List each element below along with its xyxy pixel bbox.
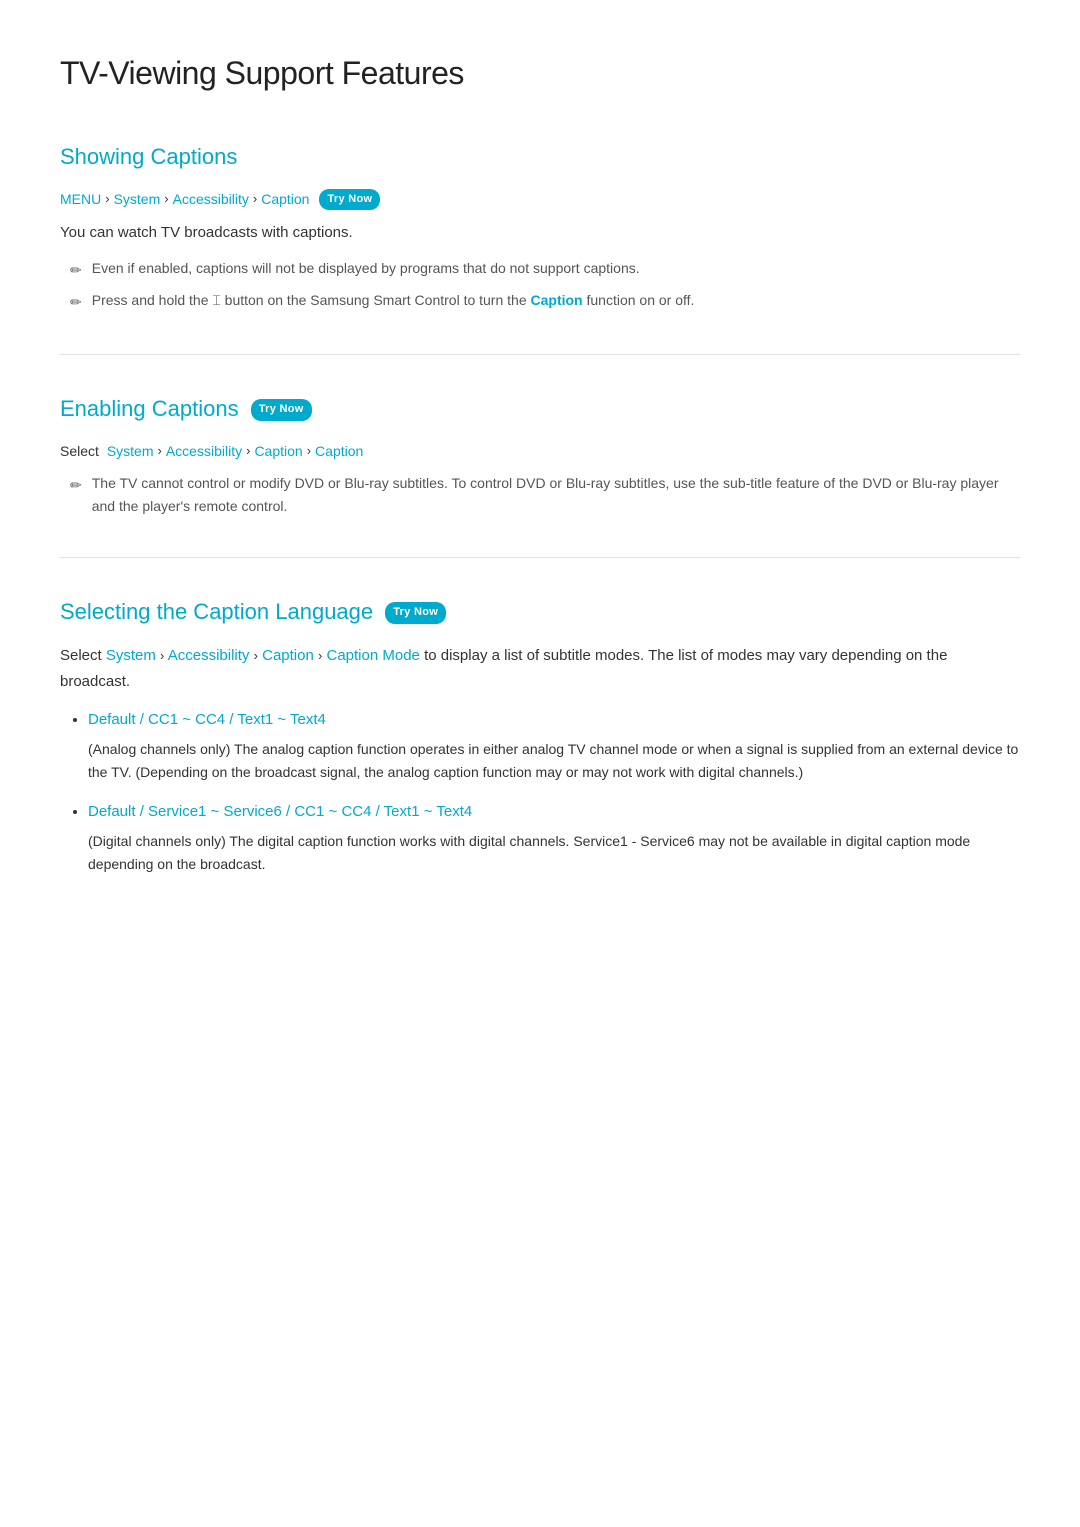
divider-2 [60,557,1020,558]
breadcrumb-caption4: Caption [262,647,314,664]
breadcrumb-accessibility2: Accessibility [166,440,242,462]
bullet-digital-header: Default / Service1 ~ Service6 / CC1 ~ CC… [88,803,472,820]
try-now-badge-3[interactable]: Try Now [385,602,446,624]
section2-notes: ✏ The TV cannot control or modify DVD or… [70,472,1020,517]
section3-intro: Select System › Accessibility › Caption … [60,643,1020,694]
section1-notes: ✏ Even if enabled, captions will not be … [70,257,1020,314]
breadcrumb-sep3: › [253,189,257,210]
breadcrumb-select-label: Select [60,440,103,462]
section-enabling-captions: Enabling Captions Try Now Select System … [60,391,1020,517]
breadcrumb-system3: System [106,647,156,664]
note-text-3: The TV cannot control or modify DVD or B… [92,472,1020,517]
try-now-badge-2[interactable]: Try Now [251,399,312,421]
breadcrumb-caption-mode: Caption Mode [327,647,420,664]
bullet-item-analog: Default / CC1 ~ CC4 / Text1 ~ Text4 (Ana… [88,708,1020,784]
breadcrumb-system1: System [114,188,161,210]
breadcrumb-sep5: › [246,441,250,462]
bullet-digital-body: (Digital channels only) The digital capt… [88,830,1020,876]
try-now-badge-1[interactable]: Try Now [319,189,380,211]
breadcrumb-sep4: › [158,441,162,462]
breadcrumb-sep6: › [307,441,311,462]
note-item-3: ✏ The TV cannot control or modify DVD or… [70,472,1020,517]
section3-bullet-list: Default / CC1 ~ CC4 / Text1 ~ Text4 (Ana… [88,708,1020,876]
note-text-1: Even if enabled, captions will not be di… [92,257,640,279]
divider-1 [60,354,1020,355]
pencil-icon-1: ✏ [70,259,82,281]
page-title: TV-Viewing Support Features [60,48,1020,99]
section1-intro: You can watch TV broadcasts with caption… [60,221,1020,245]
bullet-analog-header: Default / CC1 ~ CC4 / Text1 ~ Text4 [88,711,326,728]
section2-breadcrumb: Select System › Accessibility › Caption … [60,440,1020,462]
section3-heading: Selecting the Caption Language Try Now [60,594,1020,629]
breadcrumb-caption1: Caption [261,188,309,210]
section-caption-language: Selecting the Caption Language Try Now S… [60,594,1020,877]
breadcrumb-menu: MENU [60,188,101,210]
section1-heading: Showing Captions [60,139,1020,174]
breadcrumb-sep1: › [105,189,109,210]
breadcrumb-caption2: Caption [254,440,302,462]
breadcrumb-sep2: › [164,189,168,210]
section2-heading: Enabling Captions Try Now [60,391,1020,426]
pencil-icon-3: ✏ [70,474,82,496]
bullet-analog-body: (Analog channels only) The analog captio… [88,738,1020,784]
breadcrumb-accessibility3: Accessibility [168,647,250,664]
breadcrumb-system2: System [107,440,154,462]
section-showing-captions: Showing Captions MENU › System › Accessi… [60,139,1020,313]
pencil-icon-2: ✏ [70,291,82,313]
bullet-item-digital: Default / Service1 ~ Service6 / CC1 ~ CC… [88,800,1020,876]
breadcrumb-caption3: Caption [315,440,363,462]
section1-breadcrumb: MENU › System › Accessibility › Caption … [60,188,1020,210]
note-item-2: ✏ Press and hold the ⌶ button on the Sam… [70,289,1020,313]
note-text-2: Press and hold the ⌶ button on the Samsu… [92,289,695,311]
note-item-1: ✏ Even if enabled, captions will not be … [70,257,1020,281]
breadcrumb-accessibility1: Accessibility [173,188,249,210]
